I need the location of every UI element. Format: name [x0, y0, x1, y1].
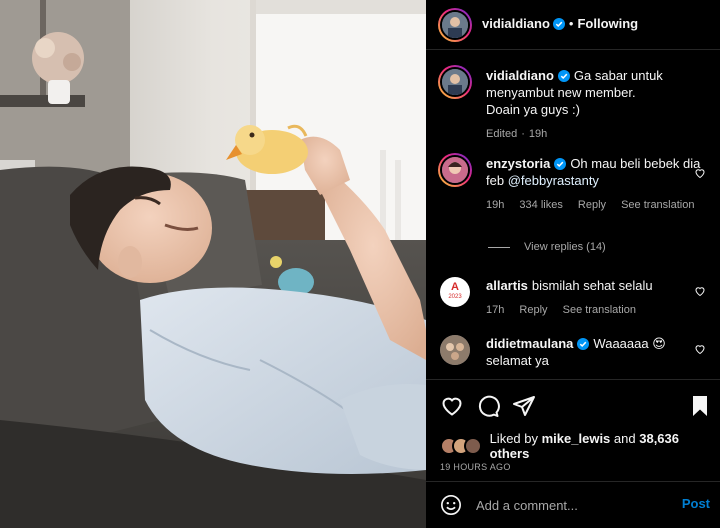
- header-username[interactable]: vidialdiano: [482, 16, 550, 31]
- comment-reply-button[interactable]: Reply: [519, 304, 547, 316]
- header-separator: •: [568, 16, 574, 31]
- comment-mention-link[interactable]: @febbyrastanty: [508, 173, 599, 188]
- share-icon[interactable]: [512, 394, 536, 418]
- comment-line1: bismilah sehat selalu: [531, 278, 653, 293]
- likes-and: and: [613, 431, 636, 446]
- comment-username[interactable]: enzystoria: [486, 156, 550, 171]
- comment-line1: Oh mau beli bebek dia: [570, 156, 701, 171]
- emoji-icon[interactable]: [440, 494, 462, 516]
- caption-meta-separator: ·: [521, 128, 525, 140]
- comment-time: 19h: [486, 199, 505, 211]
- verified-badge-icon: [552, 17, 565, 30]
- comment-avatar[interactable]: [438, 153, 472, 187]
- following-button[interactable]: Following: [577, 16, 638, 31]
- comment-composer: Post: [426, 481, 720, 528]
- caption-avatar-image: [442, 69, 468, 95]
- likes-prefix: Liked by: [489, 431, 538, 446]
- comment-meta: 17h Reply See translation: [486, 302, 653, 319]
- header-author-row: vidialdiano • Following: [482, 16, 638, 31]
- avatar-logo-letter: A: [451, 281, 459, 293]
- author-avatar[interactable]: [438, 8, 472, 42]
- verified-badge-icon: [557, 70, 570, 82]
- comment-line1: Waaaaaa 😍: [593, 336, 666, 351]
- comment-meta: 19h 334 likes Reply See translation: [486, 197, 700, 214]
- comment-avatar-image: [440, 335, 470, 365]
- comment-username[interactable]: allartis: [486, 278, 528, 293]
- view-replies-label: View replies (14): [524, 241, 606, 253]
- comment-time: 17h: [486, 304, 505, 316]
- comments-list[interactable]: vidialdiano Ga sabar untuk menyambut new …: [426, 51, 720, 378]
- bookmark-icon[interactable]: [688, 394, 712, 418]
- liker-avatar[interactable]: [463, 437, 482, 455]
- caption-text: vidialdiano Ga sabar untuk menyambut new …: [486, 67, 663, 143]
- comment-text: enzystoria Oh mau beli bebek dia feb @feb…: [486, 155, 700, 214]
- likes-text: Liked by mike_lewis and 38,636 others: [490, 431, 720, 461]
- comment-text: didietmaulana Waaaaaa 😍 selamat ya: [486, 335, 666, 369]
- post-detail-panel: vidialdiano • Following vidialdiano Ga s…: [426, 0, 720, 528]
- caption-edited: Edited: [486, 128, 518, 140]
- post-comment-button[interactable]: Post: [682, 496, 710, 511]
- likes-summary: Liked by mike_lewis and 38,636 others: [440, 431, 720, 461]
- post-header: vidialdiano • Following: [426, 0, 720, 50]
- caption-time: 19h: [528, 128, 548, 140]
- comment-text: allartis bismilah sehat selalu 17h Reply …: [486, 277, 653, 319]
- post-time-ago: 19 HOURS AGO: [440, 462, 511, 472]
- comment-avatar-image: [442, 157, 468, 183]
- author-avatar-image: [442, 12, 468, 38]
- verified-badge-icon: [577, 338, 590, 350]
- comment-reply-button[interactable]: Reply: [578, 199, 606, 211]
- comment-heart-icon[interactable]: [694, 167, 706, 179]
- view-replies-line: [488, 246, 510, 248]
- comment-translation-link[interactable]: See translation: [563, 304, 636, 316]
- caption-line3: Doain ya guys :): [486, 102, 580, 117]
- comment-username[interactable]: didietmaulana: [486, 336, 573, 351]
- comment-icon[interactable]: [476, 394, 500, 418]
- caption-line2: menyambut new member.: [486, 85, 636, 100]
- comment-avatar[interactable]: [440, 335, 470, 365]
- post-photo[interactable]: [0, 0, 426, 528]
- post-actions: Liked by mike_lewis and 38,636 others 19…: [426, 379, 720, 481]
- comment-heart-icon[interactable]: [694, 343, 706, 355]
- avatar-logo-year: 2023: [448, 294, 462, 300]
- caption-meta: Edited · 19h: [486, 126, 663, 143]
- caption-avatar[interactable]: [438, 65, 472, 99]
- likes-user-link[interactable]: mike_lewis: [542, 431, 611, 446]
- caption-username[interactable]: vidialdiano: [486, 68, 554, 83]
- comment-likes-link[interactable]: 334 likes: [519, 199, 562, 211]
- comment-input[interactable]: [476, 495, 666, 515]
- verified-badge-icon: [554, 158, 567, 170]
- post-photo-illustration: [0, 0, 426, 528]
- view-replies-button[interactable]: View replies (14): [488, 241, 606, 253]
- comment-translation-link[interactable]: See translation: [621, 199, 694, 211]
- caption-line1: Ga sabar untuk: [573, 68, 663, 83]
- comment-line2: selamat ya: [486, 353, 549, 368]
- heart-icon[interactable]: [440, 394, 464, 418]
- comment-line2-prefix: feb: [486, 173, 508, 188]
- comment-heart-icon[interactable]: [694, 285, 706, 297]
- comment-avatar[interactable]: A 2023: [440, 277, 470, 307]
